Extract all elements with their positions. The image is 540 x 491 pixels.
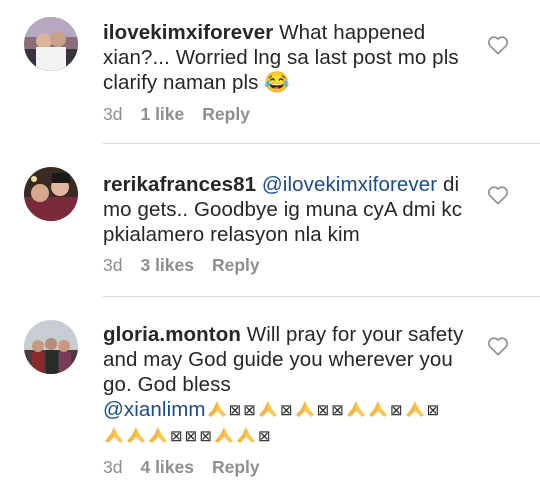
reply-button[interactable]: Reply <box>212 457 260 478</box>
comment-meta: 3d 4 likes Reply <box>103 457 278 478</box>
unsupported-glyph: ⊠ <box>426 402 440 419</box>
comment-1: ilovekimxiforever What happened xian?...… <box>0 0 540 140</box>
username[interactable]: ilovekimxiforever <box>103 21 273 44</box>
reply-button[interactable]: Reply <box>202 104 250 125</box>
mention-link[interactable]: @xianlimm <box>103 398 206 421</box>
praying-hands-emoji <box>103 425 125 445</box>
praying-hands-emoji <box>404 399 426 419</box>
likes-count[interactable]: 4 likes <box>140 457 194 478</box>
likes-count[interactable]: 3 likes <box>140 255 194 276</box>
praying-hands-emoji <box>367 399 389 419</box>
avatar[interactable] <box>24 320 78 374</box>
praying-hands-emoji <box>235 425 257 445</box>
timestamp: 3d <box>103 104 123 124</box>
tears-of-joy-emoji: 😂 <box>264 71 290 94</box>
comment-meta: 3d 1 like Reply <box>103 104 268 125</box>
praying-hands-emoji <box>345 399 367 419</box>
praying-hands-emoji <box>294 399 316 419</box>
timestamp: 3d <box>103 457 123 477</box>
praying-hands-emoji <box>147 425 169 445</box>
mention-link[interactable]: @ilovekimxiforever <box>262 173 437 196</box>
comment-text: ilovekimxiforever What happened xian?...… <box>103 20 473 95</box>
unsupported-glyph: ⊠ <box>228 402 242 419</box>
comment-3: gloria.monton Will pray for your safety … <box>0 300 540 491</box>
divider <box>103 296 540 297</box>
comment-2: rerikafrances81 @ilovekimxiforever di mo… <box>0 150 540 290</box>
avatar[interactable] <box>24 17 78 71</box>
unsupported-glyph: ⊠ <box>199 428 213 445</box>
heart-outline-icon[interactable] <box>487 185 509 205</box>
heart-outline-icon[interactable] <box>487 336 509 356</box>
username[interactable]: gloria.monton <box>103 323 241 346</box>
unsupported-glyph: ⊠ <box>184 428 198 445</box>
unsupported-glyph: ⊠ <box>331 402 344 419</box>
praying-hands-emoji <box>257 399 279 419</box>
unsupported-glyph: ⊠ <box>243 402 256 419</box>
praying-hands-emoji <box>213 425 235 445</box>
reply-button[interactable]: Reply <box>212 255 260 276</box>
praying-hands-emoji <box>125 425 147 445</box>
comment-text: rerikafrances81 @ilovekimxiforever di mo… <box>103 172 473 247</box>
heart-outline-icon[interactable] <box>487 35 509 55</box>
unsupported-glyph: ⊠ <box>279 402 293 419</box>
timestamp: 3d <box>103 255 123 275</box>
unsupported-glyph: ⊠ <box>170 428 183 445</box>
unsupported-glyph: ⊠ <box>389 402 403 419</box>
likes-count[interactable]: 1 like <box>140 104 184 125</box>
unsupported-glyph: ⊠ <box>316 402 330 419</box>
divider <box>103 143 540 144</box>
comment-text: gloria.monton Will pray for your safety … <box>103 322 473 449</box>
username[interactable]: rerikafrances81 <box>103 173 256 196</box>
unsupported-glyph: ⊠ <box>258 428 271 445</box>
comment-meta: 3d 3 likes Reply <box>103 255 278 276</box>
avatar[interactable] <box>24 167 78 221</box>
praying-hands-emoji <box>206 399 228 419</box>
